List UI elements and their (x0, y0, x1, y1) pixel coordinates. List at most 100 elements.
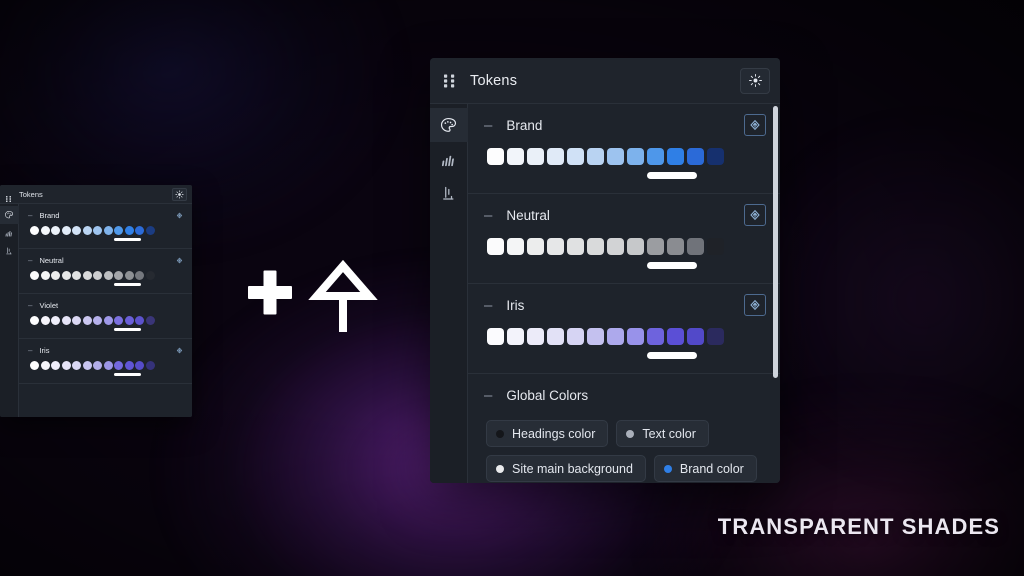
color-swatch[interactable] (51, 226, 60, 235)
color-swatch[interactable] (135, 271, 144, 280)
global-color-chip[interactable]: Headings color (486, 420, 609, 447)
color-swatch[interactable] (527, 148, 544, 165)
color-swatch[interactable] (647, 328, 664, 345)
color-swatch[interactable] (82, 226, 92, 235)
minus-icon[interactable]: – (28, 256, 32, 265)
color-swatch[interactable] (72, 361, 81, 370)
color-swatch[interactable] (72, 271, 81, 280)
color-swatch[interactable] (627, 238, 644, 255)
color-swatch[interactable] (547, 148, 564, 165)
color-swatch[interactable] (527, 238, 544, 255)
color-swatch[interactable] (61, 316, 71, 325)
minus-icon[interactable]: – (28, 301, 32, 310)
color-swatch[interactable] (124, 271, 134, 280)
color-swatch[interactable] (707, 148, 724, 165)
color-swatch[interactable] (487, 238, 504, 255)
color-swatch[interactable] (145, 361, 155, 370)
color-swatch[interactable] (93, 316, 102, 325)
color-swatch[interactable] (667, 328, 684, 345)
color-swatch[interactable] (72, 316, 81, 325)
section-action-button[interactable] (744, 294, 766, 316)
color-swatch[interactable] (567, 238, 584, 255)
color-swatch[interactable] (124, 316, 134, 325)
theme-toggle-button-small[interactable] (172, 187, 187, 201)
color-swatch[interactable] (51, 271, 60, 280)
color-swatch[interactable] (487, 328, 504, 345)
theme-toggle-button[interactable] (740, 67, 770, 94)
global-color-chip[interactable]: Site main background (486, 455, 646, 482)
color-swatch[interactable] (507, 328, 524, 345)
color-swatch[interactable] (547, 328, 564, 345)
color-swatch[interactable] (527, 328, 544, 345)
color-swatch[interactable] (567, 328, 584, 345)
color-swatch[interactable] (103, 361, 113, 370)
global-color-chip[interactable]: Text color (616, 420, 709, 447)
color-swatch[interactable] (647, 238, 664, 255)
section-action-button[interactable] (175, 346, 184, 355)
section-action-button[interactable] (744, 204, 766, 226)
color-swatch[interactable] (82, 271, 92, 280)
color-swatch[interactable] (135, 316, 144, 325)
color-swatch[interactable] (82, 316, 92, 325)
color-swatch[interactable] (61, 271, 71, 280)
color-swatch[interactable] (114, 271, 123, 280)
color-swatch[interactable] (607, 148, 624, 165)
rail-item-colors[interactable] (430, 108, 468, 142)
section-action-button[interactable] (175, 256, 184, 265)
rail-item-typography[interactable] (430, 142, 468, 176)
color-swatch[interactable] (124, 361, 134, 370)
color-swatch[interactable] (82, 361, 92, 370)
color-swatch[interactable] (51, 316, 60, 325)
color-swatch[interactable] (93, 361, 102, 370)
color-swatch[interactable] (487, 148, 504, 165)
color-swatch[interactable] (667, 238, 684, 255)
color-swatch[interactable] (587, 148, 604, 165)
color-swatch[interactable] (647, 148, 664, 165)
color-swatch[interactable] (135, 226, 144, 235)
color-swatch[interactable] (607, 238, 624, 255)
color-swatch[interactable] (145, 316, 155, 325)
color-swatch[interactable] (145, 271, 155, 280)
minus-icon[interactable]: – (28, 211, 32, 220)
rail-item-typography[interactable] (0, 224, 19, 242)
color-swatch[interactable] (707, 328, 724, 345)
color-swatch[interactable] (103, 226, 113, 235)
rail-item-effects[interactable] (0, 242, 19, 260)
global-color-chip[interactable]: Brand color (653, 455, 757, 482)
color-swatch[interactable] (687, 238, 704, 255)
color-swatch[interactable] (627, 148, 644, 165)
rail-item-colors[interactable] (0, 206, 19, 224)
color-swatch[interactable] (93, 226, 102, 235)
color-swatch[interactable] (607, 328, 624, 345)
section-action-button[interactable] (744, 114, 766, 136)
color-swatch[interactable] (114, 316, 123, 325)
rail-item-effects[interactable] (430, 176, 468, 210)
minus-icon[interactable]: – (484, 387, 492, 404)
minus-icon[interactable]: – (484, 207, 492, 224)
color-swatch[interactable] (61, 226, 71, 235)
color-swatch[interactable] (507, 238, 524, 255)
color-swatch[interactable] (40, 226, 50, 235)
section-action-button[interactable] (175, 211, 184, 220)
color-swatch[interactable] (30, 316, 39, 325)
color-swatch[interactable] (587, 328, 604, 345)
color-swatch[interactable] (40, 316, 50, 325)
color-swatch[interactable] (627, 328, 644, 345)
color-swatch[interactable] (72, 226, 81, 235)
color-swatch[interactable] (114, 226, 123, 235)
minus-icon[interactable]: – (28, 346, 32, 355)
minus-icon[interactable]: – (484, 117, 492, 134)
color-swatch[interactable] (145, 226, 155, 235)
color-swatch[interactable] (30, 361, 39, 370)
color-swatch[interactable] (40, 361, 50, 370)
color-swatch[interactable] (547, 238, 564, 255)
color-swatch[interactable] (30, 271, 39, 280)
color-swatch[interactable] (587, 238, 604, 255)
color-swatch[interactable] (51, 361, 60, 370)
color-swatch[interactable] (61, 361, 71, 370)
color-swatch[interactable] (30, 226, 39, 235)
color-swatch[interactable] (687, 148, 704, 165)
color-swatch[interactable] (687, 328, 704, 345)
color-swatch[interactable] (567, 148, 584, 165)
minus-icon[interactable]: – (484, 297, 492, 314)
